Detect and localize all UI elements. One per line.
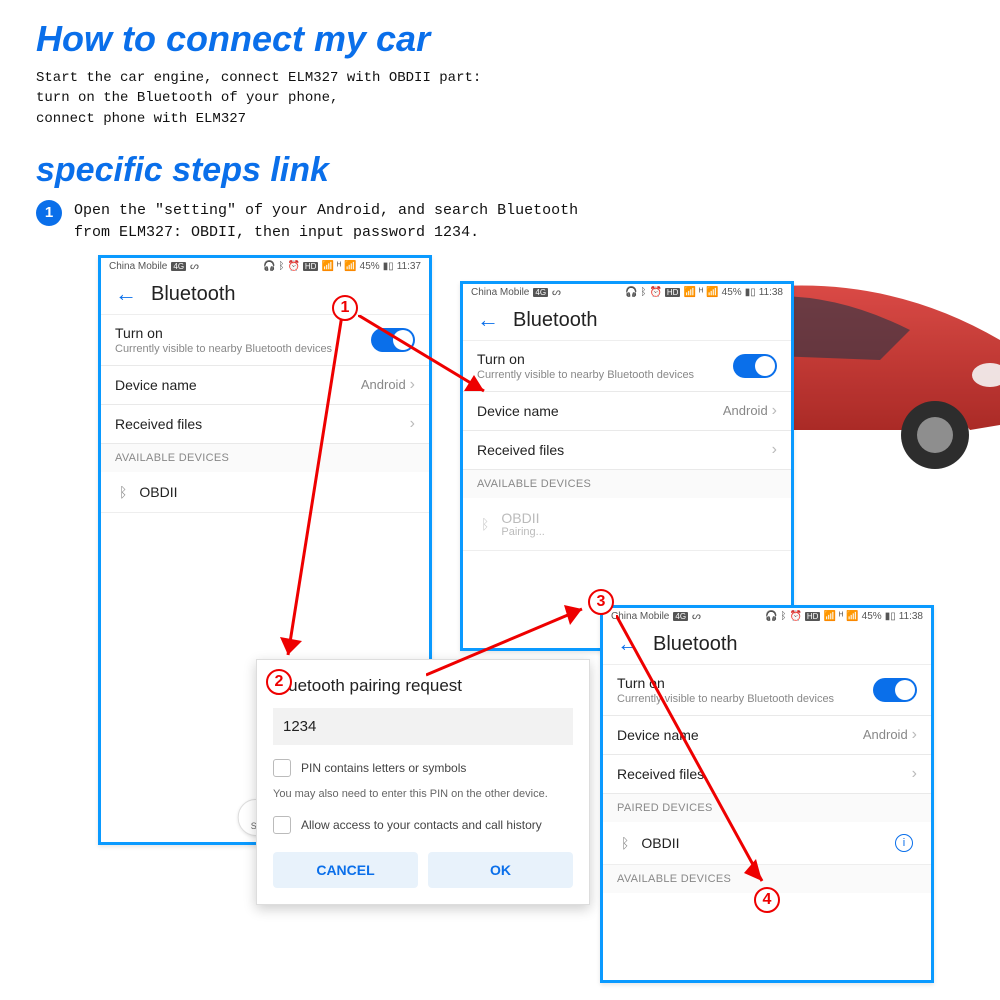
dialog-note: You may also need to enter this PIN on t… — [273, 787, 573, 802]
pin-input[interactable] — [273, 708, 573, 745]
arrow-1-to-phone2 — [358, 315, 498, 405]
chevron-right-icon: › — [410, 415, 415, 433]
arrow-1-to-2 — [276, 315, 356, 675]
callout-3: 3 — [588, 589, 614, 615]
received-files-row[interactable]: Received files › — [463, 431, 791, 470]
callout-4: 4 — [754, 887, 780, 913]
allow-contacts-checkbox[interactable] — [273, 816, 291, 834]
status-bar: China Mobile4Gᔕ 🎧ᛒ⏰HD📶ᴴ📶45%▮▯11:38 — [463, 284, 791, 301]
arrow-3-to-4 — [616, 615, 776, 895]
step-text: Open the "setting" of your Android, and … — [74, 200, 578, 245]
back-icon[interactable]: ← — [115, 283, 137, 305]
alarm-icon: ⏰ — [287, 261, 299, 272]
info-icon[interactable]: i — [895, 834, 913, 852]
cancel-button[interactable]: CANCEL — [273, 852, 418, 888]
pairing-dialog: Bluetooth pairing request PIN contains l… — [256, 659, 590, 905]
pin-letters-label: PIN contains letters or symbols — [301, 761, 466, 775]
page-title: Bluetooth — [513, 309, 598, 332]
phone-screenshot-2: China Mobile4Gᔕ 🎧ᛒ⏰HD📶ᴴ📶45%▮▯11:38 ← Blu… — [460, 281, 794, 651]
pin-letters-checkbox[interactable] — [273, 759, 291, 777]
battery-icon: ▮▯ — [383, 261, 394, 272]
description-text: Start the car engine, connect ELM327 wit… — [36, 68, 964, 129]
bluetooth-icon: ᛒ — [481, 516, 489, 532]
available-devices-header: AVAILABLE DEVICES — [463, 470, 791, 498]
device-obdii-pairing[interactable]: ᛒ OBDIIPairing... — [463, 498, 791, 551]
step-number-badge: 1 — [36, 200, 62, 226]
available-devices-header: AVAILABLE DEVICES — [101, 444, 429, 472]
callout-1: 1 — [332, 295, 358, 321]
page-title: Bluetooth — [151, 283, 236, 306]
wifi-icon: 📶 — [321, 261, 333, 272]
callout-2: 2 — [266, 669, 292, 695]
device-obdii[interactable]: ᛒ OBDII — [101, 472, 429, 513]
bluetooth-toggle[interactable] — [733, 354, 777, 378]
status-bar: China Mobile4Gᔕ 🎧ᛒ⏰HD📶ᴴ📶45%▮▯11:37 — [101, 258, 429, 275]
bluetooth-icon: ᛒ — [119, 484, 127, 500]
received-files-row[interactable]: Received files › — [101, 405, 429, 444]
arrow-2-to-3 — [426, 605, 596, 685]
bluetooth-toggle[interactable] — [873, 678, 917, 702]
headphones-icon: 🎧 — [263, 261, 275, 272]
main-heading: How to connect my car — [36, 18, 964, 60]
ok-button[interactable]: OK — [428, 852, 573, 888]
device-name-row[interactable]: Device name Android› — [463, 392, 791, 431]
sub-heading: specific steps link — [36, 151, 964, 190]
bluetooth-icon: ᛒ — [278, 261, 284, 272]
allow-contacts-label: Allow access to your contacts and call h… — [301, 818, 542, 832]
